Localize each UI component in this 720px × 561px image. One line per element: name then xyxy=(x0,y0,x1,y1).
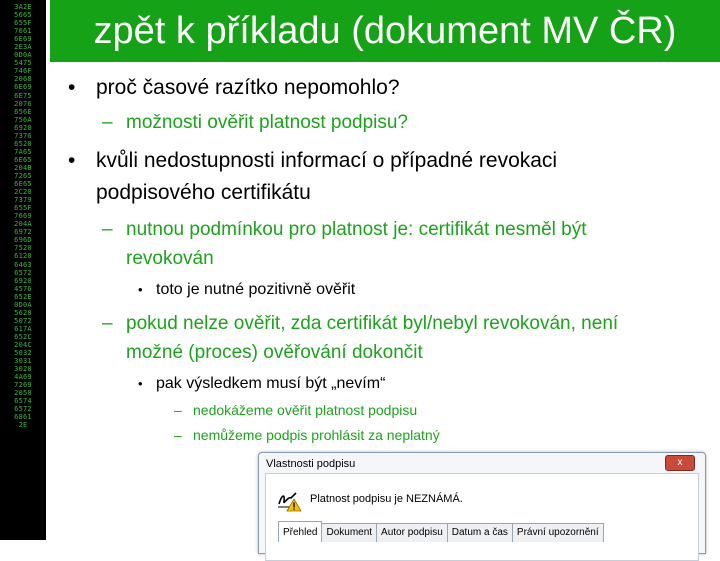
subpoint-marker: – xyxy=(102,112,113,133)
hex-code: 6572 xyxy=(14,405,32,414)
hex-code: 2E3A xyxy=(14,43,32,52)
hex-code: 6574 xyxy=(14,397,32,406)
hex-code: 6E69 xyxy=(14,83,32,92)
hex-code: 6920 xyxy=(14,276,32,285)
detail-text: nedokážeme ověřit platnost podpisu xyxy=(193,402,418,418)
subpoint-text-line1: pokud nelze ověřit, zda certifikát byl/n… xyxy=(126,313,619,334)
detail-marker: – xyxy=(174,402,182,418)
sub-bullet-marker: • xyxy=(138,282,143,297)
hex-code: 7520 xyxy=(14,244,32,253)
subpoint-text: možnosti ověřit platnost podpisu? xyxy=(126,112,408,133)
tab-overview[interactable]: Přehled xyxy=(278,521,323,542)
hex-code: 7669 xyxy=(14,212,32,221)
subpoint-marker: – xyxy=(102,313,113,334)
hex-code: 652E xyxy=(14,292,32,301)
hex-code: 6E69 xyxy=(14,35,32,44)
signature-properties-dialog: Vlastnosti podpisu x Platnost podpisu je… xyxy=(258,452,706,561)
bullet-text: proč časové razítko nepomohlo? xyxy=(96,76,400,99)
sub-bullet-marker: • xyxy=(138,376,143,391)
hex-code: 756A xyxy=(14,115,32,124)
subpoint-text-line2: možné (proces) ověřování dokončit xyxy=(126,342,423,363)
hex-code: 204C xyxy=(14,340,32,349)
dialog-body: Platnost podpisu je NEZNÁMÁ. Přehled Dok… xyxy=(265,473,699,561)
hex-code: 6463 xyxy=(14,260,32,269)
hex-code: 204B xyxy=(14,163,32,172)
slide-title: zpět k příkladu (dokument MV ČR) xyxy=(93,10,677,52)
hex-code: 7269 xyxy=(14,381,32,390)
hex-code: 5032 xyxy=(14,349,32,358)
dialog-title: Vlastnosti podpisu xyxy=(266,458,356,470)
hex-code: 7A65 xyxy=(14,147,32,156)
tab-signer[interactable]: Autor podpisu xyxy=(376,523,448,542)
sub-bullet-text: pak výsledkem musí být „nevím“ xyxy=(156,375,386,392)
hex-code: 5620 xyxy=(14,308,32,317)
hex-code: 6E75 xyxy=(14,91,32,100)
detail-marker: – xyxy=(174,427,182,443)
hex-code: 0D0A xyxy=(14,300,32,309)
hex-code: 2068 xyxy=(14,75,32,84)
sidebar: 3A2E 5665 655F 7661 6E69 2E3A 0D0A 5475 746F 2068… xyxy=(0,0,46,540)
hex-code: 7379 xyxy=(14,196,32,205)
hex-code: 617A xyxy=(14,324,32,333)
hex-code: 7661 xyxy=(14,27,32,36)
hex-code: 655F xyxy=(14,204,32,213)
tab-document[interactable]: Dokument xyxy=(321,523,378,542)
hex-code: 3020 xyxy=(14,365,32,374)
hex-code: 204A xyxy=(14,220,32,229)
signature-warning-icon xyxy=(276,488,302,512)
subpoint-text-line2: revokován xyxy=(126,248,214,269)
title-bar: zpět k příkladu (dokument MV ČR) xyxy=(50,0,720,62)
hex-code: 7376 xyxy=(14,131,32,140)
hex-code: 655F xyxy=(14,19,32,28)
hex-code: 4A69 xyxy=(14,373,32,382)
close-button[interactable]: x xyxy=(665,455,695,471)
bullet-marker: • xyxy=(68,76,76,99)
hex-code: 5072 xyxy=(14,316,32,325)
signature-status-text: Platnost podpisu je NEZNÁMÁ. xyxy=(310,493,463,505)
subpoint-marker: – xyxy=(102,219,113,240)
bullet-text-line2: podpisového certifikátu xyxy=(96,181,311,204)
dialog-tabs: Přehled Dokument Autor podpisu Datum a č… xyxy=(278,521,604,542)
hex-code: 6E65 xyxy=(14,155,32,164)
hex-code: 6972 xyxy=(14,228,32,237)
hex-code: 4576 xyxy=(14,284,32,293)
hex-code: 6572 xyxy=(14,268,32,277)
hex-code: 746F xyxy=(14,67,32,76)
hex-code: 3A2E xyxy=(14,3,32,11)
hex-code: 0D0A xyxy=(14,51,32,60)
detail-text: nemůžeme podpis prohlásit za neplatný xyxy=(193,427,440,443)
hex-code: 652C xyxy=(14,332,32,341)
hex-code-column: 3A2E 5665 655F 7661 6E69 2E3A 0D0A 5475 746F 2068… xyxy=(0,3,46,429)
hex-code: 656E xyxy=(14,107,32,116)
bullet-text-line1: kvůli nedostupnosti informací o případné… xyxy=(96,149,558,172)
hex-code: 7265 xyxy=(14,171,32,180)
tab-legal-notice[interactable]: Právní upozornění xyxy=(511,523,604,542)
hex-code: 6520 xyxy=(14,139,32,148)
bullet-marker: • xyxy=(68,149,76,172)
tab-date-time[interactable]: Datum a čas xyxy=(446,523,513,542)
hex-code: 2050 xyxy=(14,389,32,398)
hex-code: 5475 xyxy=(14,59,32,68)
sidebar-divider xyxy=(46,0,50,540)
hex-code: 2C20 xyxy=(14,188,32,197)
hex-code: 6E65 xyxy=(14,180,32,189)
sub-bullet-text: toto je nutné pozitivně ověřit xyxy=(156,281,356,298)
hex-code: 3031 xyxy=(14,357,32,366)
hex-code: 6120 xyxy=(14,252,32,261)
hex-code: 2E xyxy=(18,421,28,430)
hex-code: 2076 xyxy=(14,99,32,108)
hex-code: 696D xyxy=(14,236,32,245)
hex-code: 5665 xyxy=(14,11,32,20)
subpoint-text-line1: nutnou podmínkou pro platnost je: certif… xyxy=(126,219,587,240)
hex-code: 6920 xyxy=(14,123,32,132)
hex-code: 6861 xyxy=(14,413,32,422)
